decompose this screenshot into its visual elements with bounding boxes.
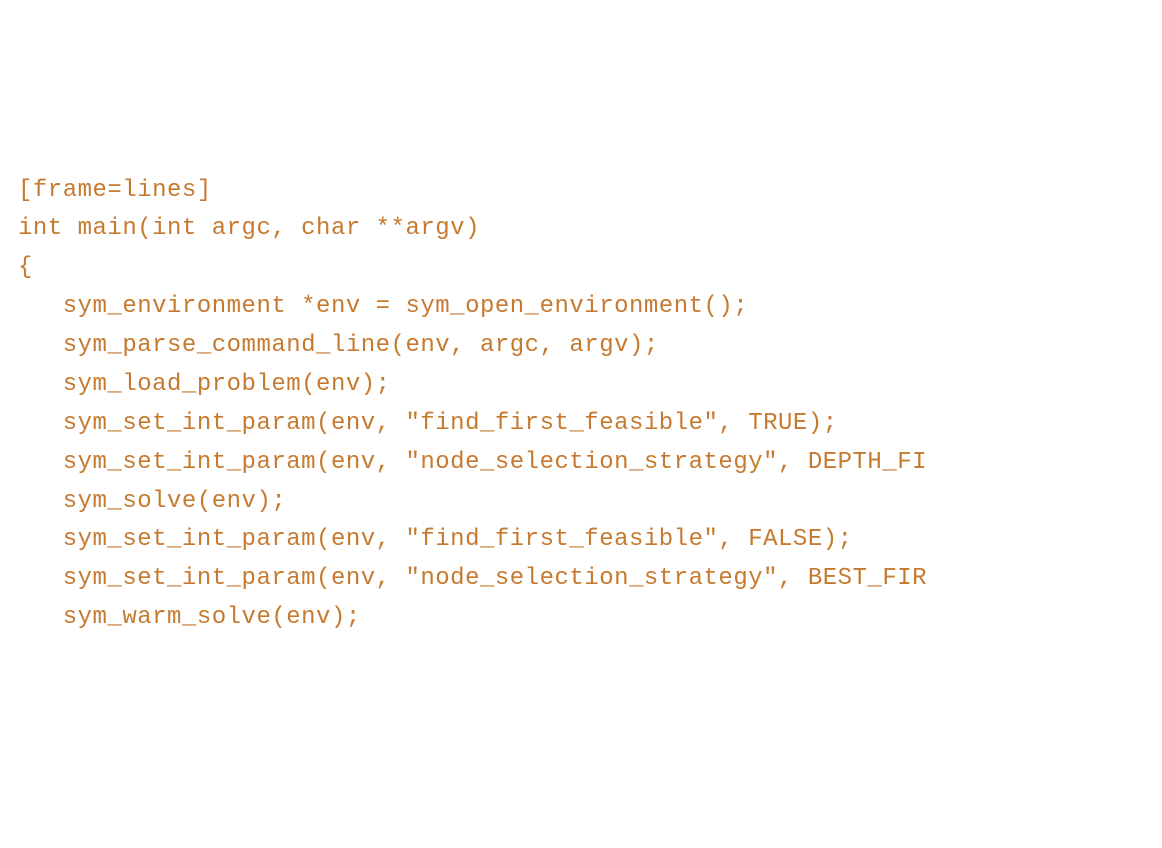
- code-listing: [frame=lines] int main(int argc, char **…: [18, 172, 1162, 639]
- code-line: [frame=lines]: [18, 177, 212, 204]
- code-line: sym_load_problem(env);: [18, 371, 391, 398]
- code-line: {: [18, 254, 33, 281]
- code-line: sym_set_int_param(env, "node_selection_s…: [18, 449, 927, 476]
- code-line: sym_set_int_param(env, "node_selection_s…: [18, 565, 927, 592]
- code-line: sym_set_int_param(env, "find_first_feasi…: [18, 526, 853, 553]
- code-line: sym_solve(env);: [18, 488, 286, 515]
- code-line: sym_warm_solve(env);: [18, 604, 361, 631]
- code-line: sym_parse_command_line(env, argc, argv);: [18, 332, 659, 359]
- code-line: sym_set_int_param(env, "find_first_feasi…: [18, 410, 838, 437]
- code-line: sym_environment *env = sym_open_environm…: [18, 293, 748, 320]
- code-line: int main(int argc, char **argv): [18, 215, 480, 242]
